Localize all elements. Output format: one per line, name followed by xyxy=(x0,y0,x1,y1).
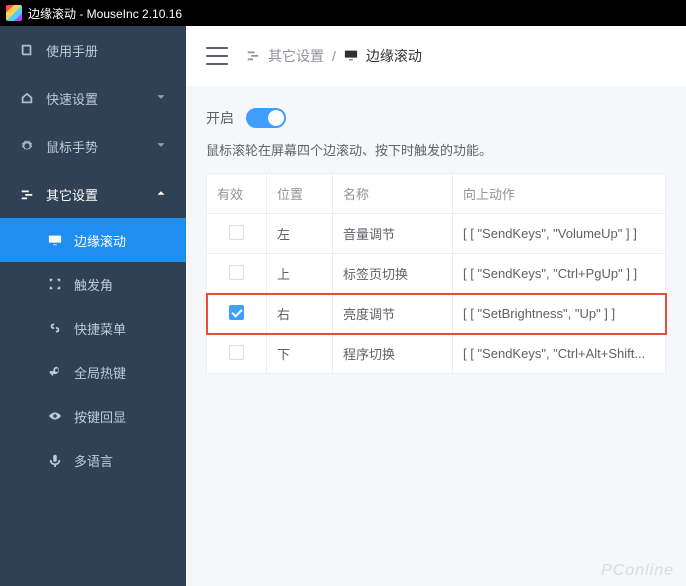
link-icon xyxy=(46,321,64,335)
sidebar-group-other[interactable]: 其它设置 xyxy=(0,170,186,218)
breadcrumb-parent[interactable]: 其它设置 xyxy=(268,46,324,66)
row-checkbox[interactable] xyxy=(229,225,244,240)
sidebar-item-label: 使用手册 xyxy=(46,41,98,60)
sidebar-sub-hotkey[interactable]: 全局热键 xyxy=(0,350,186,394)
edge-scroll-table: 有效 位置 名称 向上动作 左音量调节[ [ "SendKeys", "Volu… xyxy=(206,173,666,374)
app-logo-icon xyxy=(6,5,22,21)
breadcrumb-sep: / xyxy=(332,48,336,64)
sidebar-group-label: 其它设置 xyxy=(46,185,98,204)
cell-position: 上 xyxy=(267,254,333,294)
breadcrumb-current: 边缘滚动 xyxy=(366,46,422,66)
sidebar-sub-edge-scroll[interactable]: 边缘滚动 xyxy=(0,218,186,262)
sidebar-sub-hotcorner[interactable]: 触发角 xyxy=(0,262,186,306)
row-checkbox[interactable] xyxy=(229,265,244,280)
home-icon xyxy=(18,91,36,105)
breadcrumb: 其它设置 / 边缘滚动 xyxy=(246,46,422,66)
key-icon xyxy=(46,365,64,379)
cell-up-action: [ [ "SetBrightness", "Up" ] ] xyxy=(453,294,666,334)
table-row[interactable]: 上标签页切换[ [ "SendKeys", "Ctrl+PgUp" ] ] xyxy=(207,254,666,294)
sliders-icon xyxy=(246,48,260,65)
col-name: 名称 xyxy=(333,174,453,214)
eye-icon xyxy=(46,409,64,423)
col-up-action: 向上动作 xyxy=(453,174,666,214)
cell-position: 左 xyxy=(267,214,333,254)
sidebar-sub-label: 边缘滚动 xyxy=(74,231,126,250)
sidebar-sub-label: 按键回显 xyxy=(74,407,126,426)
sidebar-sub-label: 全局热键 xyxy=(74,363,126,382)
sidebar-item-gesture[interactable]: 鼠标手势 xyxy=(0,122,186,170)
col-enabled: 有效 xyxy=(207,174,267,214)
table-row[interactable]: 左音量调节[ [ "SendKeys", "VolumeUp" ] ] xyxy=(207,214,666,254)
sidebar-item-label: 鼠标手势 xyxy=(46,137,98,156)
cell-up-action: [ [ "SendKeys", "Ctrl+PgUp" ] ] xyxy=(453,254,666,294)
cell-up-action: [ [ "SendKeys", "Ctrl+Alt+Shift... xyxy=(453,334,666,374)
cell-name: 程序切换 xyxy=(333,334,453,374)
sidebar-sub-label: 多语言 xyxy=(74,451,113,470)
row-checkbox[interactable] xyxy=(229,305,244,320)
monitor-icon xyxy=(344,48,358,65)
main-area: 其它设置 / 边缘滚动 开启 鼠标滚轮在屏幕四个边滚动、按下时触发的功能。 有效… xyxy=(186,26,686,586)
monitor-icon xyxy=(46,233,64,247)
sliders-icon xyxy=(18,187,36,201)
table-row[interactable]: 右亮度调节[ [ "SetBrightness", "Up" ] ] xyxy=(207,294,666,334)
sidebar-sub-lang[interactable]: 多语言 xyxy=(0,438,186,482)
chevron-up-icon xyxy=(154,186,168,203)
sidebar-item-quick[interactable]: 快速设置 xyxy=(0,74,186,122)
col-position: 位置 xyxy=(267,174,333,214)
corners-icon xyxy=(46,277,64,291)
book-icon xyxy=(18,43,36,57)
row-checkbox[interactable] xyxy=(229,345,244,360)
gear-icon xyxy=(18,139,36,153)
sidebar-sub-osd[interactable]: 按键回显 xyxy=(0,394,186,438)
sidebar-item-label: 快速设置 xyxy=(46,89,98,108)
cell-position: 右 xyxy=(267,294,333,334)
sidebar-sub-label: 快捷菜单 xyxy=(74,319,126,338)
description-text: 鼠标滚轮在屏幕四个边滚动、按下时触发的功能。 xyxy=(206,140,666,159)
cell-up-action: [ [ "SendKeys", "VolumeUp" ] ] xyxy=(453,214,666,254)
cell-name: 音量调节 xyxy=(333,214,453,254)
cell-name: 亮度调节 xyxy=(333,294,453,334)
window-titlebar: 边缘滚动 - MouseInc 2.10.16 xyxy=(0,0,686,26)
cell-position: 下 xyxy=(267,334,333,374)
topbar: 其它设置 / 边缘滚动 xyxy=(186,26,686,86)
mic-icon xyxy=(46,453,64,467)
sidebar-sub-label: 触发角 xyxy=(74,275,113,294)
sidebar: 使用手册 快速设置 鼠标手势 其它设置 边缘滚动 触发角 快捷菜单 xyxy=(0,26,186,586)
toggle-label: 开启 xyxy=(206,108,234,128)
chevron-down-icon xyxy=(154,90,168,107)
watermark: PConline xyxy=(601,562,674,580)
enable-switch[interactable] xyxy=(246,108,286,128)
chevron-down-icon xyxy=(154,138,168,155)
table-row[interactable]: 下程序切换[ [ "SendKeys", "Ctrl+Alt+Shift... xyxy=(207,334,666,374)
sidebar-item-manual[interactable]: 使用手册 xyxy=(0,26,186,74)
content: 开启 鼠标滚轮在屏幕四个边滚动、按下时触发的功能。 有效 位置 名称 向上动作 … xyxy=(186,86,686,390)
menu-toggle-button[interactable] xyxy=(206,47,228,65)
window-title: 边缘滚动 - MouseInc 2.10.16 xyxy=(28,5,182,22)
sidebar-sub-quickmenu[interactable]: 快捷菜单 xyxy=(0,306,186,350)
cell-name: 标签页切换 xyxy=(333,254,453,294)
